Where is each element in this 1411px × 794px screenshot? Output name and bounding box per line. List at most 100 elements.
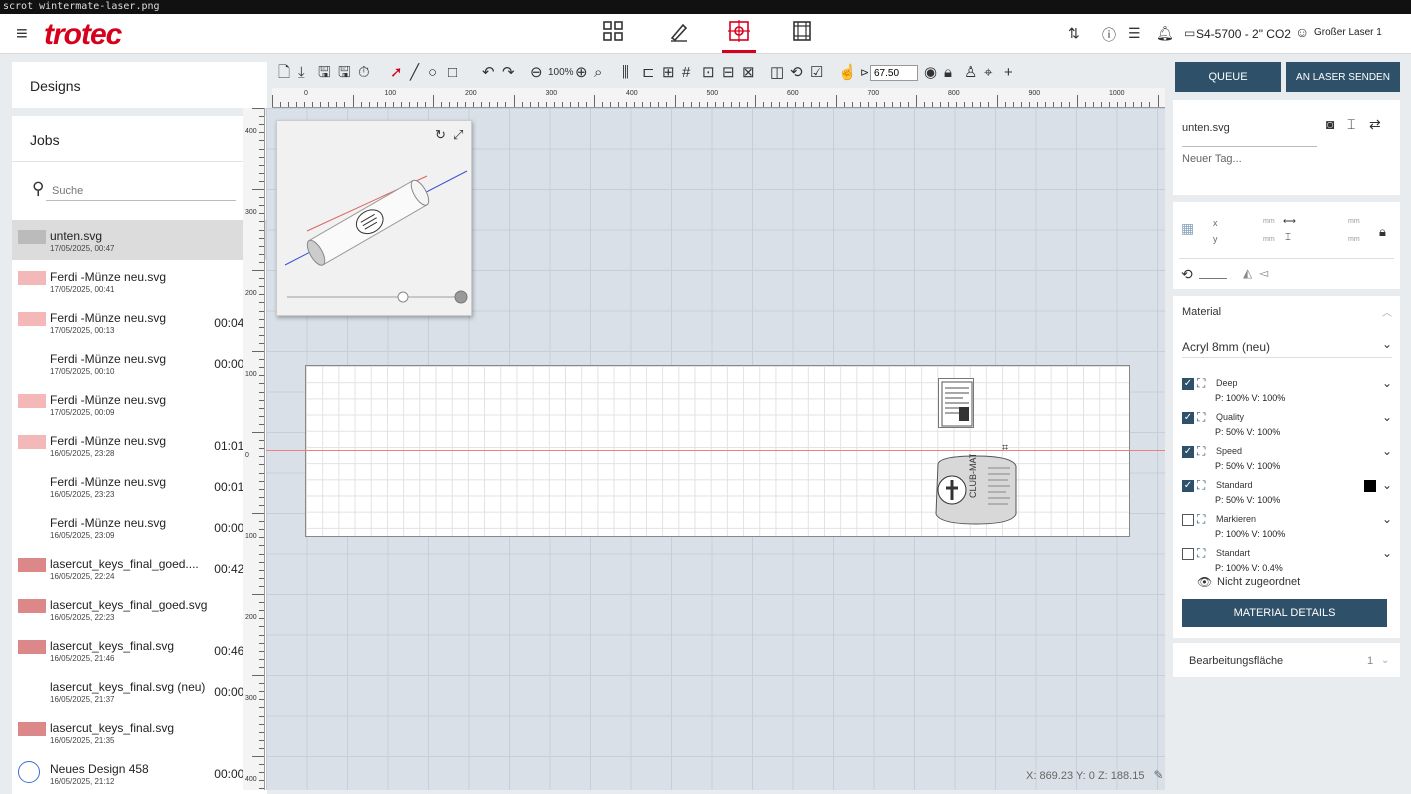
job-list-item[interactable]: Ferdi -Münze neu.svg 17/05/2025, 00:10 00:… [12, 343, 267, 384]
zoom-out-icon[interactable]: ⊖ [530, 62, 543, 84]
user-name[interactable]: Großer Laser 1 [1314, 27, 1382, 38]
angle-input[interactable] [870, 65, 918, 81]
sync-status-icon[interactable]: ⇅ [1068, 25, 1080, 42]
job-list-item[interactable]: lasercut_keys_final.svg 16/05/2025, 21:35… [12, 712, 267, 753]
job-list-item[interactable]: unten.svg17/05/2025, 00:47--:-- [12, 220, 267, 261]
timer-icon[interactable]: ⏱ [358, 62, 370, 84]
material-plate[interactable]: CLUB-MATE ⌗ [305, 365, 1130, 537]
parameter-checkbox[interactable] [1182, 514, 1194, 526]
shuffle-icon[interactable]: ⇄ [1369, 116, 1381, 133]
eye-icon[interactable]: 👁︎ [1197, 575, 1212, 589]
3d-preview-panel[interactable]: ↻ ⤢ [276, 120, 472, 316]
design-edit-icon[interactable] [664, 20, 694, 46]
club-mate-label-design[interactable]: CLUB-MATE [930, 447, 1022, 526]
queue-button[interactable]: QUEUE [1175, 62, 1281, 92]
save-as-icon[interactable]: 🖫 [338, 62, 351, 84]
process-parameter-row[interactable]: ✓ ⛶ Speed P: 50% V: 100% ⌄ [1182, 444, 1392, 480]
job-list-item[interactable]: lasercut_keys_final_goed.... 16/05/2025, … [12, 548, 267, 589]
edit-pencil-icon[interactable]: ✎ [1154, 768, 1164, 782]
chevron-down-icon[interactable]: ⌄ [1382, 444, 1392, 458]
camera-icon[interactable]: ◫ [770, 62, 784, 84]
material-details-button[interactable]: MATERIAL DETAILS [1182, 599, 1387, 627]
laser-target-icon[interactable] [722, 20, 756, 53]
job-list-item[interactable]: lasercut_keys_final_goed.svg 16/05/2025, … [12, 589, 267, 630]
new-file-icon[interactable]: 🗋 [278, 62, 290, 84]
job-list-item[interactable]: lasercut_keys_final.svg (neu) 16/05/2025,… [12, 671, 267, 712]
user-avatar-icon[interactable]: ☺ [1295, 24, 1309, 40]
parameter-checkbox[interactable]: ✓ [1182, 480, 1194, 492]
reset-icon[interactable]: ⟲ [790, 62, 803, 84]
text-cursor-icon[interactable]: ⌶ [1347, 116, 1355, 133]
aspect-lock-icon[interactable]: 🔒︎ [1379, 224, 1386, 240]
rotate-icon[interactable]: ⟲ [1181, 266, 1193, 283]
zoom-fit-icon[interactable]: ⌕ [594, 62, 602, 84]
lock-position-icon[interactable]: ⊞ [662, 62, 675, 84]
parameter-checkbox[interactable]: ✓ [1182, 378, 1194, 390]
distribute-icon[interactable]: ⊏ [642, 62, 655, 84]
mirror-horizontal-icon[interactable]: ◭ [1243, 266, 1252, 280]
job-list-item[interactable]: Ferdi -Münze neu.svg17/05/2025, 00:09--:… [12, 384, 267, 425]
job-list-item[interactable]: Neues Design 458 16/05/2025, 21:12 00:00:3… [12, 753, 267, 794]
process-parameter-row[interactable]: ⛶ Markieren P: 100% V: 100% ⌄ [1182, 512, 1392, 548]
anchor-grid-icon[interactable]: ▦ [1181, 220, 1194, 237]
job-list-item[interactable]: Ferdi -Münze neu.svg 16/05/2025, 23:09 00:… [12, 507, 267, 548]
material-select[interactable]: Acryl 8mm (neu) ⌄ [1182, 337, 1392, 358]
send-to-laser-button[interactable]: AN LASER SENDEN [1286, 62, 1400, 92]
zoom-100-label[interactable]: 100% [548, 62, 574, 84]
chevron-down-icon[interactable]: ⌄ [1382, 478, 1392, 492]
select-arrow-icon[interactable]: ➚ [390, 62, 403, 84]
location-icon[interactable]: ⌖ [984, 62, 992, 84]
parameter-checkbox[interactable]: ✓ [1182, 446, 1194, 458]
jobs-header[interactable]: Jobs [12, 116, 267, 162]
job-list-item[interactable]: Ferdi -Münze neu.svg 16/05/2025, 23:23 00:… [12, 466, 267, 507]
collapse-chevron-icon[interactable]: ︿ [1382, 304, 1392, 319]
add-icon[interactable]: + [1004, 62, 1013, 84]
job-list-item[interactable]: Ferdi -Münze neu.svg 16/05/2025, 23:28 01:… [12, 425, 267, 466]
dashboard-grid-icon[interactable] [598, 20, 628, 46]
help-icon[interactable]: ⓘ [1102, 25, 1116, 45]
rectangle-tool-icon[interactable]: □ [448, 62, 457, 84]
job-film-icon[interactable] [787, 20, 817, 46]
laser-work-area[interactable]: CLUB-MATE ⌗ ↻ ⤢ X: 869.23 Y: 0 Z: 188.15… [266, 108, 1165, 790]
center-icon[interactable]: ⊡ [702, 62, 715, 84]
list-settings-icon[interactable]: ☰ [1128, 25, 1141, 42]
lock-icon[interactable]: 🔒︎ [944, 62, 952, 84]
parameter-checkbox[interactable] [1182, 548, 1194, 560]
y-value-unit[interactable]: mm [1263, 236, 1275, 243]
parameter-checkbox[interactable]: ✓ [1182, 412, 1194, 424]
stamp-icon[interactable]: ♙ [964, 62, 977, 84]
redo-icon[interactable]: ↷ [502, 62, 515, 84]
height-unit[interactable]: mm [1348, 236, 1360, 243]
search-input[interactable] [46, 182, 236, 201]
ungroup-icon[interactable]: ⊠ [742, 62, 755, 84]
import-icon[interactable]: ⤓ [298, 62, 305, 84]
new-tag-input[interactable]: Neuer Tag... [1182, 153, 1242, 165]
color-swatch[interactable] [1364, 480, 1376, 492]
chevron-down-icon[interactable]: ⌄ [1382, 546, 1392, 560]
group-icon[interactable]: ⊟ [722, 62, 735, 84]
filename[interactable]: unten.svg [1182, 122, 1230, 134]
width-unit[interactable]: mm [1348, 218, 1360, 225]
machine-name[interactable]: S4-5700 - 2" CO2 [1196, 27, 1291, 41]
pointer-icon[interactable]: ☝ [838, 62, 857, 84]
line-tool-icon[interactable]: ╱ [410, 62, 419, 84]
notification-bell-icon[interactable]: 🔔︎ [1156, 25, 1174, 42]
zoom-in-icon[interactable]: ⊕ [575, 62, 588, 84]
job-list-item[interactable]: Ferdi -Münze neu.svg 17/05/2025, 00:13 00:… [12, 302, 267, 343]
rotary-icon[interactable]: ◉ [924, 62, 937, 84]
ellipse-tool-icon[interactable]: ○ [428, 62, 437, 84]
hamburger-menu-icon[interactable]: ≡ [16, 23, 28, 46]
mirror-vertical-icon[interactable]: ◅ [1259, 266, 1268, 280]
grid-icon[interactable]: # [682, 62, 690, 84]
job-list-item[interactable]: lasercut_keys_final.svg 16/05/2025, 21:46… [12, 630, 267, 671]
rotation-input[interactable] [1199, 278, 1227, 279]
undo-icon[interactable]: ↶ [482, 62, 495, 84]
process-parameter-row[interactable]: ✓ ⛶ Quality P: 50% V: 100% ⌄ [1182, 410, 1392, 446]
save-icon[interactable]: 🖫 [318, 62, 331, 84]
align-icon[interactable]: ⫼ [622, 62, 629, 84]
check-icon[interactable]: ☑ [810, 62, 823, 84]
chevron-down-icon[interactable]: ⌄ [1382, 376, 1392, 390]
origin-marker-icon[interactable]: ⌗ [1002, 442, 1008, 455]
job-list-item[interactable]: Ferdi -Münze neu.svg17/05/2025, 00:41--:… [12, 261, 267, 302]
work-surface-card[interactable]: Bearbeitungsfläche 1 ⌄ [1173, 643, 1400, 677]
